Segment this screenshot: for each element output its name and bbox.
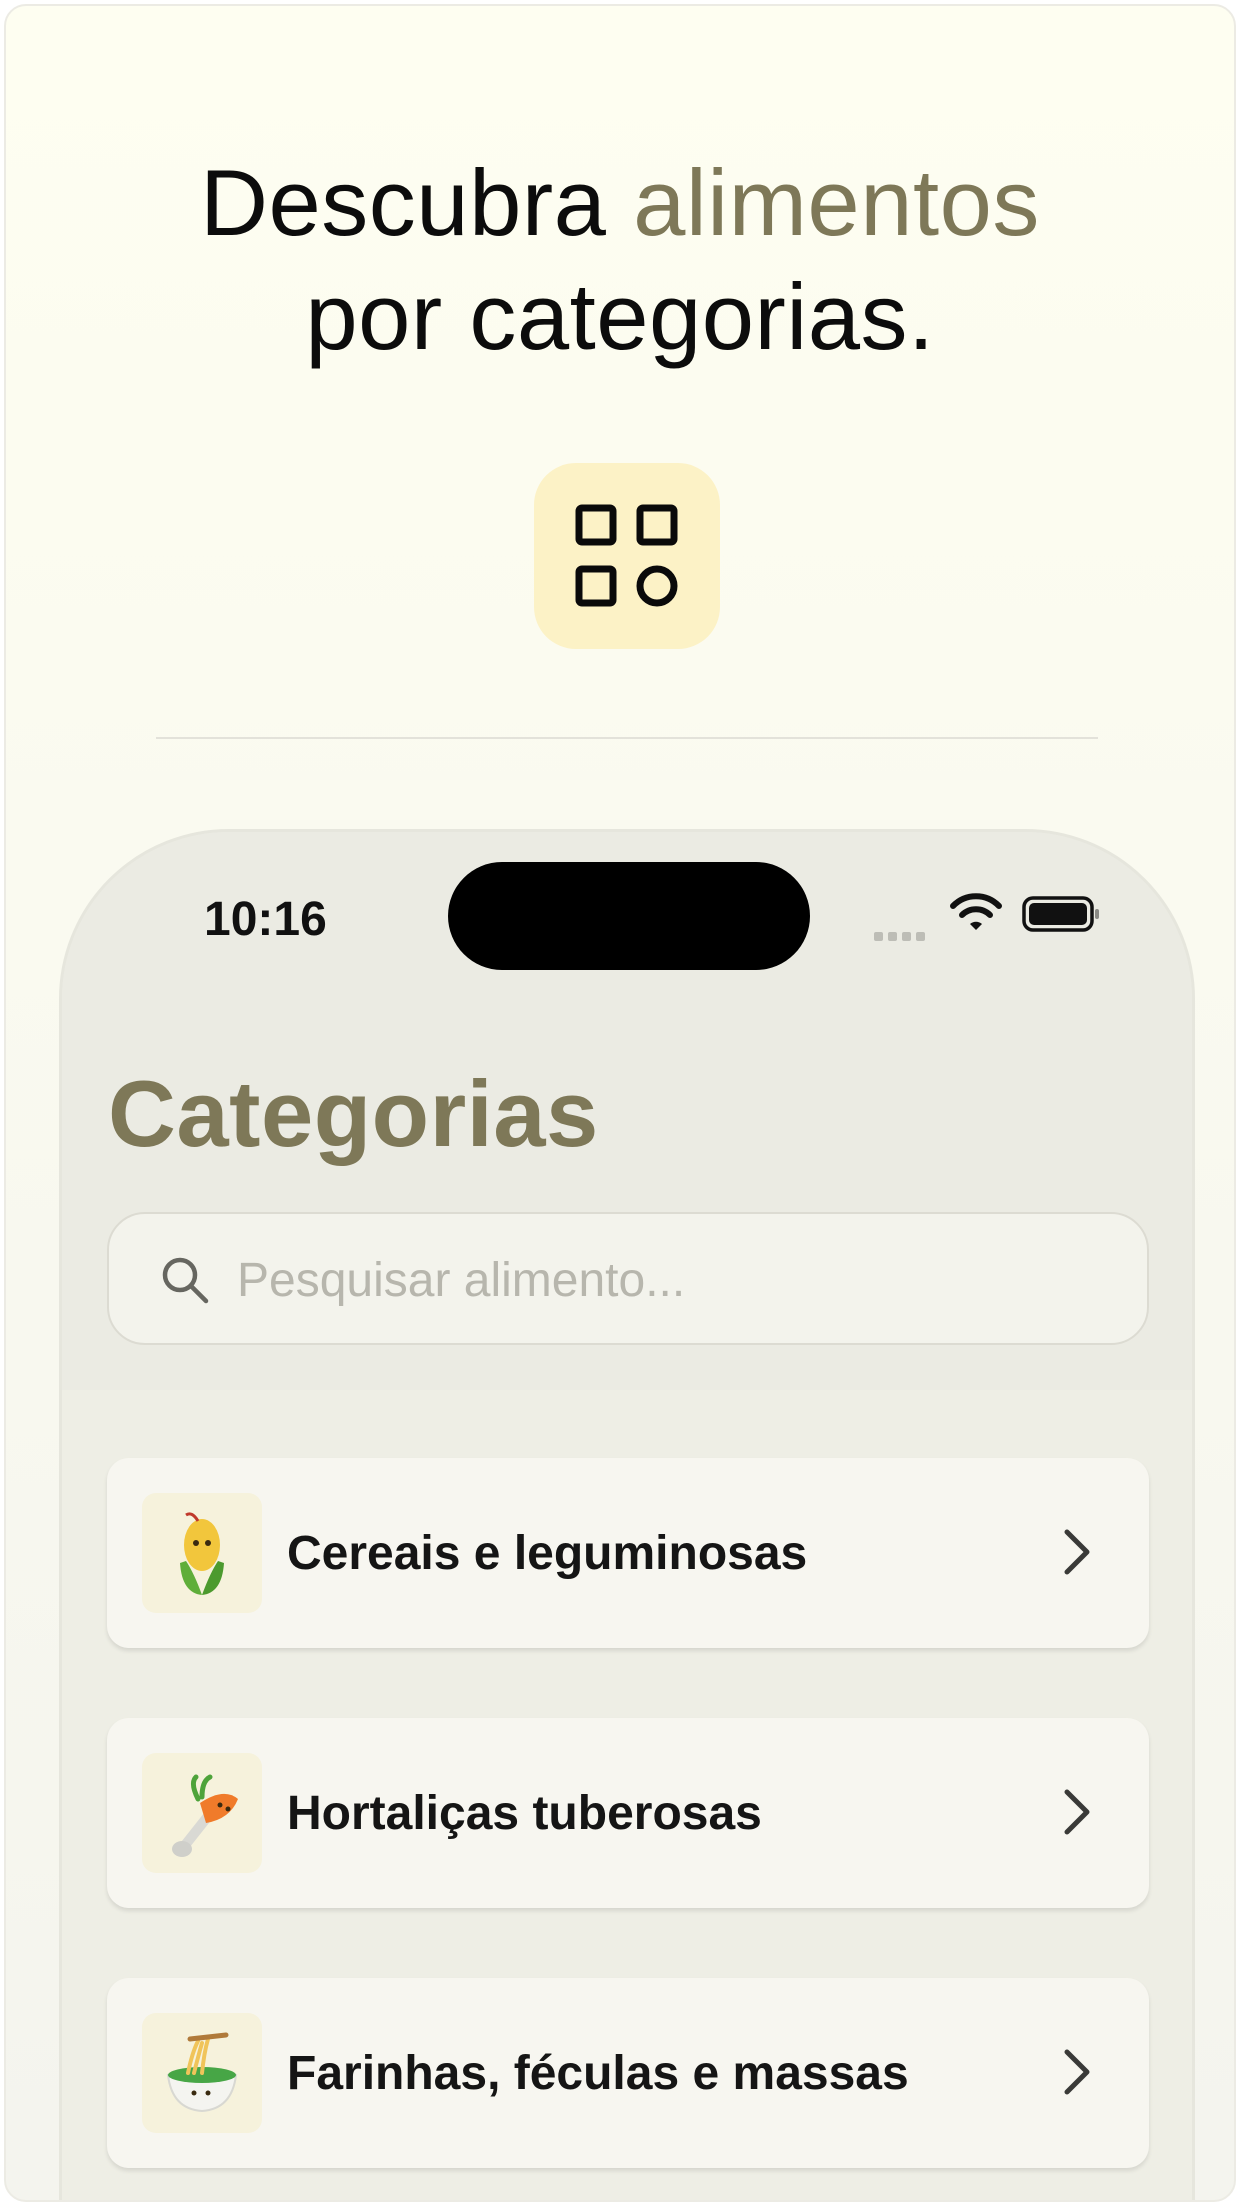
battery-icon bbox=[1022, 894, 1102, 939]
page-title: Categorias bbox=[108, 1061, 599, 1166]
search-input[interactable] bbox=[235, 1244, 1119, 1316]
corn-icon bbox=[142, 1493, 262, 1613]
signal-icon bbox=[874, 928, 930, 946]
phone-mockup: 10:16 Categorias Pesquisar alimento... C… bbox=[59, 829, 1195, 2200]
carrot-icon bbox=[142, 1753, 262, 1873]
chevron-right-icon bbox=[1064, 1789, 1090, 1835]
chevron-right-icon bbox=[1064, 1529, 1090, 1575]
category-label: Cereais e leguminosas bbox=[287, 1527, 808, 1580]
chevron-right-icon bbox=[1064, 2049, 1090, 2095]
dynamic-island bbox=[448, 862, 810, 970]
divider bbox=[156, 737, 1098, 739]
noodle-bowl-icon bbox=[142, 2013, 262, 2133]
search-icon bbox=[162, 1257, 209, 1304]
category-item-farinhas[interactable]: Farinhas, féculas e massas bbox=[107, 1978, 1149, 2168]
headline-plain: Descubra bbox=[200, 150, 607, 255]
grid-shapes-icon bbox=[534, 463, 720, 649]
category-item-hortalicas[interactable]: Hortaliças tuberosas bbox=[107, 1718, 1149, 1908]
wifi-icon bbox=[950, 892, 1002, 937]
category-item-cereais[interactable]: Cereais e leguminosas bbox=[107, 1458, 1149, 1648]
category-label: Farinhas, féculas e massas bbox=[287, 2047, 909, 2100]
headline: Descubra alimentos por categorias. bbox=[6, 146, 1234, 374]
promo-card: Descubra alimentos por categorias. 10:16 bbox=[4, 4, 1236, 2202]
category-label: Hortaliças tuberosas bbox=[287, 1787, 762, 1840]
headline-accent: alimentos bbox=[633, 150, 1040, 255]
status-time: 10:16 bbox=[204, 893, 327, 946]
search-bar[interactable] bbox=[107, 1212, 1149, 1345]
headline-line2: por categorias. bbox=[305, 264, 935, 369]
